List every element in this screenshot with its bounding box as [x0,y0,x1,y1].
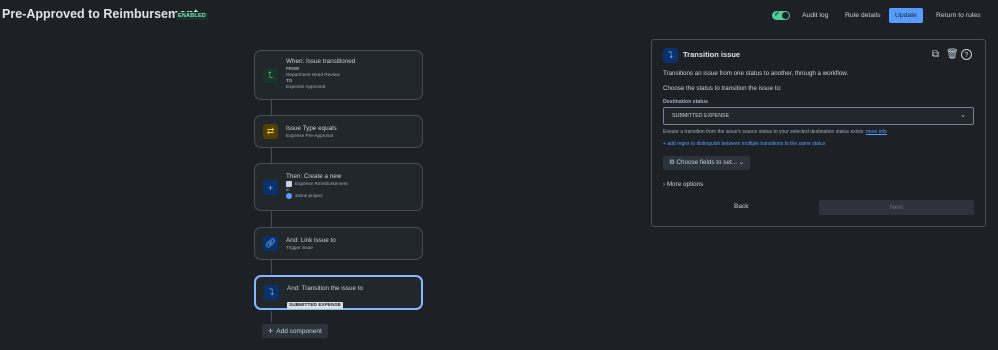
choose-fields-label: Choose fields to set... [676,159,737,166]
choose-fields-button[interactable]: ⚙ Choose fields to set... ⌄ [663,156,750,170]
to-status: Expense Approved [286,84,326,89]
shuffle-icon: ⇄ [263,124,278,139]
link-icon: 🔗︎ [263,236,278,251]
panel-instruction: Choose the status to transition the issu… [663,85,782,92]
destination-status-label: Destination status [663,99,708,105]
gear-icon: ⚙ [669,159,675,166]
panel-title: Transition issue [683,50,741,59]
update-button[interactable]: Update [889,8,923,23]
add-regex-link[interactable]: + add regex to distinguish between multi… [663,141,825,147]
transition-icon: ⮧ [264,285,279,300]
rule-details-button[interactable]: Rule details [845,9,881,23]
create-issue-card[interactable]: + Then: Create a new Expense Reimburseme… [254,163,423,211]
helper-text: Ensure a transition from the issue's sou… [663,129,887,135]
project-icon [286,193,292,200]
destination-status-value: SUBMITTED EXPENSE [672,113,730,119]
copy-icon[interactable]: ⧉ [930,49,941,60]
link-value: Trigger issue [286,245,313,250]
rule-header: Pre-Approved to Reimbursement ENABLED ✓ … [0,0,998,32]
transition-status-tag: SUBMITTED EXPENSE [287,302,343,309]
transition-title: And: Transition the issue to [287,285,363,292]
issue-transitioned-icon: ⮤ [263,68,278,83]
more-info-link[interactable]: more info [866,129,887,135]
issue-type-icon [286,181,292,187]
add-component-button[interactable]: + Add component [262,324,328,338]
trigger-title: When: Issue transitioned [286,58,356,65]
condition-title: Issue Type equals [286,125,337,132]
plus-icon: + [263,180,278,195]
help-icon[interactable]: ? [961,49,972,60]
panel-description: Transitions an issue from one status to … [663,70,849,77]
create-issue-type: Expense Reimbursement [295,181,348,187]
link-issue-card[interactable]: 🔗︎ And: Link issue to Trigger issue [254,227,423,260]
chevron-down-icon: ⌄ [738,159,744,166]
check-icon: ✓ [774,11,780,18]
back-button[interactable]: Back [734,203,748,210]
link-title: And: Link issue to [286,237,336,244]
transition-issue-card[interactable]: ⮧ And: Transition the issue to SUBMITTED… [254,275,423,310]
rule-enabled-toggle[interactable]: ✓ [772,11,790,20]
return-to-rules-button[interactable]: Return to rules [936,9,981,23]
component-config-panel: ⮧ Transition issue ⧉ 🗑︎ ? Transitions an… [651,39,986,227]
destination-status-select[interactable]: SUBMITTED EXPENSE ⌄ [663,107,974,125]
trash-icon[interactable]: 🗑︎ [946,49,959,60]
more-options-label: More options [666,181,704,188]
plus-icon: + [268,326,274,336]
condition-card[interactable]: ⇄ Issue Type equals Expense Pre-Approval [254,115,423,148]
transition-icon: ⮧ [663,48,678,63]
create-title: Then: Create a new [286,173,342,180]
status-badge: ENABLED [176,12,208,20]
more-options-toggle[interactable]: › More options [663,181,703,188]
audit-log-button[interactable]: Audit log [802,9,828,23]
create-project: Same project [295,193,323,199]
chevron-down-icon: ⌄ [960,112,966,119]
add-component-label: Add component [276,328,322,335]
next-button[interactable]: Next [819,200,974,215]
trigger-card[interactable]: ⮤ When: Issue transitioned FROM Departme… [254,50,423,100]
condition-value: Expense Pre-Approval [286,133,333,138]
toggle-knob [782,12,789,19]
chevron-right-icon: › [663,181,666,188]
rule-title: Pre-Approved to Reimbursement [2,7,198,21]
helper-text-body: Ensure a transition from the issue's sou… [663,129,865,135]
